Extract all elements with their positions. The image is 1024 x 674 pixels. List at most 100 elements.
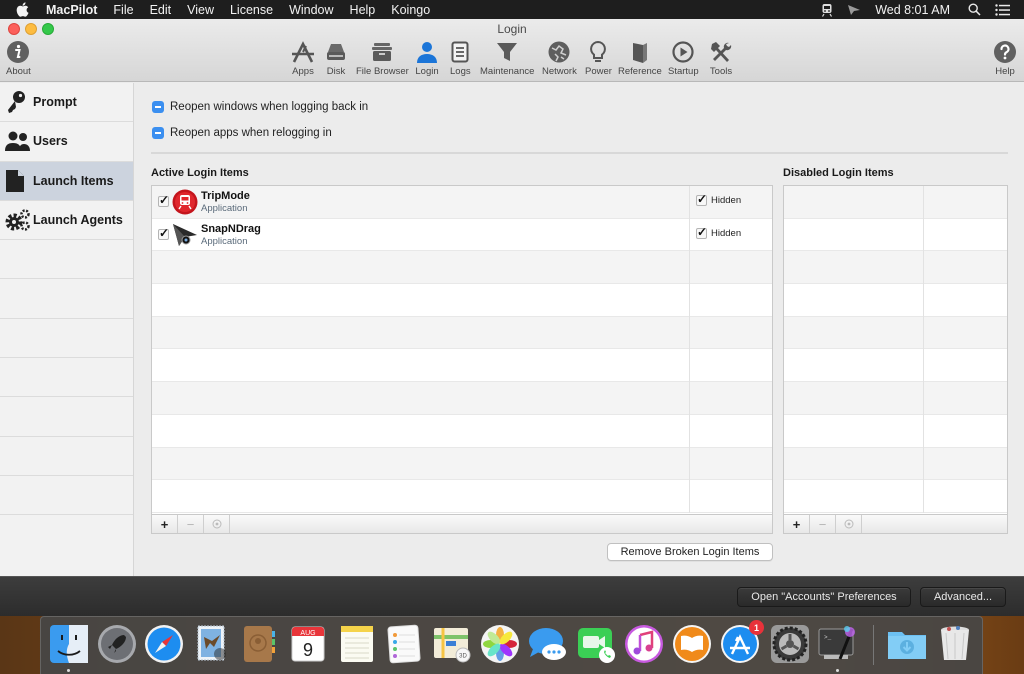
- sidebar-item-users[interactable]: Users: [0, 122, 133, 162]
- dock-contacts-icon[interactable]: [238, 623, 280, 665]
- dock-reminders-icon[interactable]: [383, 623, 425, 665]
- hidden-label: Hidden: [711, 195, 742, 206]
- sidebar-item-launch-agents[interactable]: Launch Agents: [0, 201, 133, 241]
- spotlight-search-icon[interactable]: [968, 3, 981, 16]
- dock-macpilot-icon[interactable]: >_: [816, 623, 858, 665]
- dock-itunes-icon[interactable]: [623, 623, 665, 665]
- info-icon: [6, 39, 30, 65]
- toolbar-logs-label: Logs: [450, 66, 471, 77]
- sidebar-item-launch-items[interactable]: Launch Items: [0, 161, 133, 201]
- menu-license[interactable]: License: [230, 3, 273, 17]
- table-row-bg: [784, 186, 1007, 219]
- open-accounts-preferences-button[interactable]: Open "Accounts" Preferences: [737, 587, 911, 607]
- advanced-button[interactable]: Advanced...: [920, 587, 1006, 607]
- hidden-checkbox[interactable]: [696, 225, 707, 239]
- dock-downloads-folder-icon[interactable]: [886, 623, 928, 665]
- lightbulb-icon: [589, 39, 607, 65]
- active-login-items-title: Active Login Items: [151, 167, 249, 179]
- toolbar-login-label: Login: [415, 66, 439, 77]
- toolbar-file-browser-button[interactable]: File Browser: [356, 39, 409, 77]
- dock-facetime-icon[interactable]: [575, 623, 617, 665]
- dock-messages-icon[interactable]: [527, 623, 569, 665]
- table-row-bg: [784, 284, 1007, 317]
- table-row-bg: [784, 219, 1007, 252]
- menu-file[interactable]: File: [113, 3, 133, 17]
- toolbar-tools-button[interactable]: Tools: [709, 39, 733, 77]
- hidden-option[interactable]: Hidden: [696, 225, 742, 239]
- menu-app-name[interactable]: MacPilot: [46, 3, 97, 17]
- hidden-label: Hidden: [711, 227, 742, 239]
- table-row[interactable]: TripMode Application Hidden: [152, 186, 772, 218]
- window-title: Login: [497, 22, 527, 36]
- dock-trash-icon[interactable]: [934, 623, 976, 665]
- sidebar-empty-row: [0, 515, 133, 554]
- toolbar-maintenance-button[interactable]: Maintenance: [480, 39, 534, 77]
- add-login-item-button[interactable]: +: [152, 515, 178, 533]
- enabled-checkbox[interactable]: [158, 226, 169, 240]
- reopen-windows-option[interactable]: Reopen windows when logging back in: [152, 101, 368, 113]
- dock-maps-icon[interactable]: 3D: [431, 623, 473, 665]
- table-row[interactable]: SnapNDrag Application Hidden: [152, 219, 772, 251]
- dock-calendar-icon[interactable]: AUG 9: [287, 623, 329, 665]
- menu-clock[interactable]: Wed 8:01 AM: [875, 3, 950, 17]
- svg-text:3D: 3D: [459, 654, 467, 660]
- reveal-login-item-button[interactable]: [204, 515, 230, 533]
- menu-edit[interactable]: Edit: [150, 3, 172, 17]
- reopen-apps-option[interactable]: Reopen apps when relogging in: [152, 127, 332, 139]
- sidebar-empty-row: [0, 397, 133, 437]
- disabled-login-items-table[interactable]: + −: [783, 185, 1008, 534]
- add-disabled-item-button[interactable]: +: [784, 515, 810, 533]
- toolbar-reference-button[interactable]: Reference: [618, 39, 662, 77]
- dock-safari-icon[interactable]: [143, 623, 185, 665]
- file-cabinet-icon: [370, 39, 394, 65]
- toolbar-logs-button[interactable]: Logs: [450, 39, 471, 77]
- toolbar-power-button[interactable]: Power: [585, 39, 612, 77]
- dock-system-preferences-icon[interactable]: [769, 623, 811, 665]
- table-row-bg: [152, 316, 772, 350]
- menu-koingo[interactable]: Koingo: [391, 3, 430, 17]
- enabled-checkbox[interactable]: [158, 193, 169, 207]
- svg-text:>_: >_: [824, 634, 832, 641]
- menu-view[interactable]: View: [187, 3, 214, 17]
- hidden-option[interactable]: Hidden: [696, 192, 742, 206]
- apple-menu-icon[interactable]: [16, 2, 32, 17]
- desktop: MacPilot File Edit View License Window H…: [0, 0, 1024, 674]
- menu-bar: MacPilot File Edit View License Window H…: [0, 0, 1024, 19]
- remove-login-item-button[interactable]: −: [178, 515, 204, 533]
- dock-ibooks-icon[interactable]: [671, 623, 713, 665]
- dock-notes-icon[interactable]: [336, 623, 378, 665]
- app-kind: Application: [201, 203, 248, 214]
- toolbar-startup-button[interactable]: Startup: [668, 39, 699, 77]
- disabled-table-footer: + −: [784, 514, 1007, 533]
- toolbar-disk-button[interactable]: Disk: [325, 39, 347, 77]
- reveal-disabled-item-button[interactable]: [836, 515, 862, 533]
- toolbar-about-button[interactable]: About: [6, 39, 31, 77]
- sidebar-item-prompt[interactable]: Prompt: [0, 83, 133, 123]
- dock-app-store-icon[interactable]: 1: [719, 620, 764, 665]
- table-row-bg: [784, 480, 1007, 513]
- dock-finder-icon[interactable]: [48, 623, 90, 665]
- macpilot-window: Login About Apps Disk File Browser Login…: [0, 19, 1024, 616]
- menu-window[interactable]: Window: [289, 3, 333, 17]
- reopen-apps-checkbox[interactable]: [152, 127, 164, 139]
- dock-photos-icon[interactable]: [479, 623, 521, 665]
- hidden-checkbox[interactable]: [696, 192, 707, 206]
- snapndrag-status-icon[interactable]: [847, 4, 861, 16]
- toolbar-apps-button[interactable]: Apps: [290, 39, 316, 77]
- remove-broken-login-items-button[interactable]: Remove Broken Login Items: [607, 543, 773, 561]
- notification-center-icon[interactable]: [995, 3, 1010, 16]
- toolbar-login-button[interactable]: Login: [415, 39, 439, 77]
- dock-divider: [873, 625, 874, 665]
- table-row-bg: [152, 382, 772, 415]
- table-row-bg: [152, 251, 772, 285]
- reopen-windows-checkbox[interactable]: [152, 101, 164, 113]
- menu-help[interactable]: Help: [350, 3, 376, 17]
- active-login-items-table[interactable]: TripMode Application Hidden SnapNDrag Ap…: [151, 185, 773, 534]
- toolbar-help-button[interactable]: Help: [993, 39, 1017, 77]
- remove-disabled-item-button[interactable]: −: [810, 515, 836, 533]
- table-row-bg: [784, 382, 1007, 415]
- tripmode-status-icon[interactable]: [821, 3, 833, 17]
- dock-launchpad-icon[interactable]: [96, 623, 138, 665]
- dock-mail-icon[interactable]: [191, 623, 233, 665]
- toolbar-network-button[interactable]: Network: [542, 39, 577, 77]
